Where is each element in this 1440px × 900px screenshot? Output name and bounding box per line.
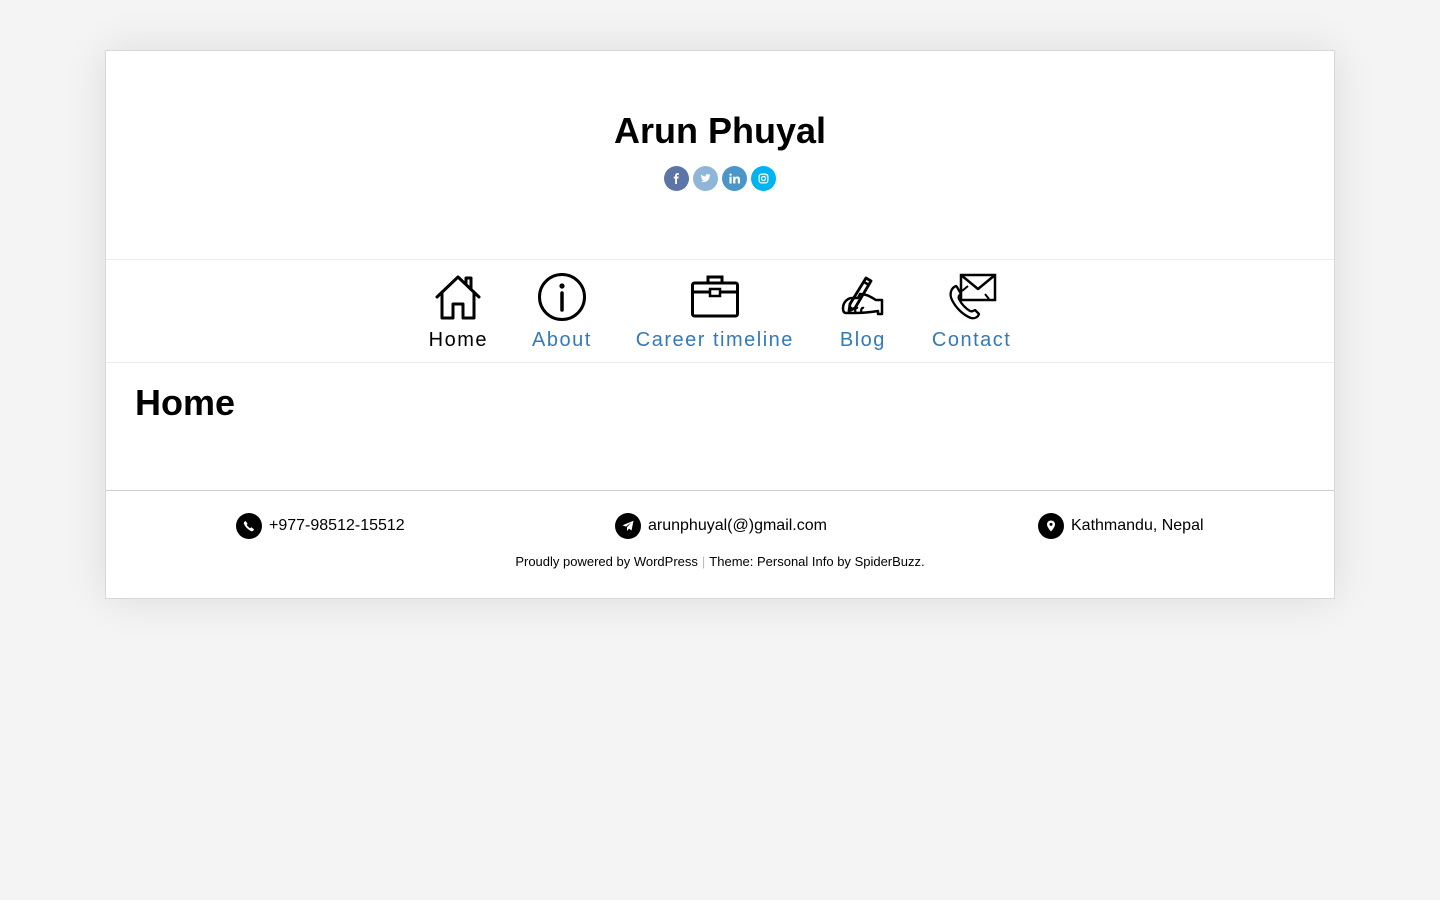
map-pin-icon (1038, 513, 1064, 539)
twitter-icon[interactable] (693, 166, 718, 191)
briefcase-icon (690, 275, 739, 318)
email-text[interactable]: arunphuyal(@)gmail.com (648, 517, 827, 535)
page-container: Arun Phuyal Home About Career timeline B… (105, 50, 1335, 599)
nav-label-home: Home (428, 329, 489, 351)
nav-item-blog[interactable]: Blog (838, 272, 888, 352)
nav-label-blog: Blog (839, 329, 886, 351)
linkedin-icon[interactable] (722, 166, 747, 191)
location-text: Kathmandu, Nepal (1071, 517, 1204, 534)
nav-label-about: About (532, 329, 592, 351)
wordpress-link[interactable]: Proudly powered by WordPress (515, 554, 698, 569)
phone-envelope-icon (949, 273, 996, 320)
nav-label-career-timeline: Career timeline (635, 329, 794, 351)
nav-item-about[interactable]: About (532, 272, 592, 352)
paper-plane-icon (615, 513, 641, 539)
nav-label-contact: Contact (931, 329, 1012, 351)
phone-text[interactable]: +977-98512-15512 (269, 517, 405, 535)
instagram-icon[interactable] (751, 166, 776, 191)
nav-item-career-timeline[interactable]: Career timeline (636, 272, 794, 352)
footer-phone: +977-98512-15512 (236, 513, 405, 539)
info-icon (537, 273, 586, 321)
site-header: Arun Phuyal (106, 51, 1334, 259)
nav-item-contact[interactable]: Contact (932, 272, 1011, 352)
site-footer: +977-98512-15512 arunphuyal(@)gmail.com … (106, 490, 1334, 599)
phone-icon (236, 513, 262, 539)
social-links (106, 166, 1334, 191)
page-title: Home (135, 382, 236, 423)
writing-hand-icon (841, 276, 884, 316)
footer-location: Kathmandu, Nepal (1038, 513, 1204, 539)
site-info: Proudly powered by WordPress | Theme: Pers… (106, 554, 1334, 569)
theme-text: Theme: Personal Info by (709, 554, 851, 569)
facebook-icon[interactable] (664, 166, 689, 191)
footer-email: arunphuyal(@)gmail.com (615, 513, 827, 539)
house-icon (435, 275, 481, 320)
nav-item-home[interactable]: Home (429, 272, 488, 352)
site-title[interactable]: Arun Phuyal (106, 109, 1334, 153)
theme-author-link[interactable]: SpiderBuzz. (855, 554, 925, 569)
main-navigation: Home About Career timeline Blog Contact (106, 259, 1334, 363)
footer-separator: | (701, 554, 706, 569)
